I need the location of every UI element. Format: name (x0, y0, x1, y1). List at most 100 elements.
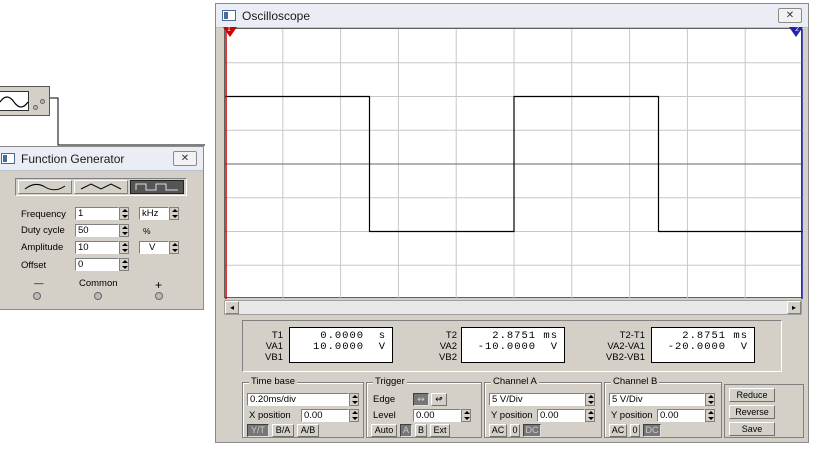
channel-b-ypos-spinner[interactable] (705, 409, 715, 422)
offset-input[interactable]: 0 (75, 258, 119, 271)
frequency-label: Frequency (21, 209, 66, 220)
close-button[interactable]: ✕ (173, 151, 197, 166)
t2-cursor-label: 2 (795, 26, 799, 33)
channel-a-zero-button[interactable]: 0 (510, 424, 520, 437)
common-terminal-label: Common (79, 278, 118, 289)
reduce-button[interactable]: Reduce (729, 388, 775, 402)
trigger-a-button[interactable]: A (400, 424, 412, 437)
trigger-level-spinner[interactable] (461, 409, 471, 422)
common-terminal[interactable] (94, 292, 102, 300)
sine-icon (24, 183, 66, 191)
channel-a-scale-spinner[interactable] (585, 393, 595, 406)
scroll-right-button[interactable]: ▸ (787, 301, 801, 314)
channel-b-dc-button[interactable]: DC (643, 424, 661, 437)
timebase-scale-input[interactable]: 0.20ms/div (247, 393, 349, 406)
offset-label: Offset (21, 260, 47, 271)
window-title: Function Generator (21, 151, 125, 166)
duty-cycle-unit: % (143, 226, 151, 236)
channel-a-scale-input[interactable]: 5 V/Div (489, 393, 585, 406)
window-title: Oscilloscope (242, 8, 311, 23)
oscilloscope-titlebar[interactable]: Oscilloscope ✕ (216, 4, 808, 28)
channel-b-ypos-label: Y position (611, 410, 653, 421)
square-wave-button[interactable] (130, 180, 184, 194)
channel-a-group: Channel A 5 V/Div Y position 0.00 AC 0 D… (484, 376, 602, 438)
scroll-left-button[interactable]: ◂ (225, 301, 239, 314)
frequency-input[interactable]: 1 (75, 207, 119, 220)
t1-labels: T1 VA1 VB1 (249, 330, 283, 363)
trigger-title: Trigger (373, 376, 407, 387)
t2-label: T2 (445, 330, 457, 341)
amplitude-unit-spinner[interactable] (169, 241, 179, 254)
vb2-vb1-label: VB2-VB1 (605, 352, 645, 363)
vb1-label: VB1 (265, 352, 283, 363)
va2-value: -10.0000 V (477, 341, 558, 353)
minus-terminal-label: — (34, 278, 44, 289)
channel-a-ypos-spinner[interactable] (585, 409, 595, 422)
minus-terminal[interactable] (33, 292, 41, 300)
trigger-group: Trigger Edge ↭ ↫ Level 0.00 Auto A B Ext (366, 376, 482, 438)
amplitude-unit-select[interactable]: V (139, 241, 169, 254)
channel-a-ypos-label: Y position (491, 410, 533, 421)
frequency-spinner[interactable] (119, 207, 129, 220)
duty-cycle-spinner[interactable] (119, 224, 129, 237)
channel-b-scale-input[interactable]: 5 V/Div (609, 393, 705, 406)
vb2-label: VB2 (439, 352, 457, 363)
save-button[interactable]: Save (729, 422, 775, 436)
frequency-unit-select[interactable]: kHz (139, 207, 169, 220)
falling-edge-button[interactable]: ↫ (431, 393, 447, 406)
amplitude-input[interactable]: 10 (75, 241, 119, 254)
timebase-title: Time base (249, 376, 297, 387)
window-icon (1, 153, 15, 164)
timebase-xpos-spinner[interactable] (349, 409, 359, 422)
trigger-edge-label: Edge (373, 394, 396, 405)
timebase-scale-spinner[interactable] (349, 393, 359, 406)
frequency-unit-spinner[interactable] (169, 207, 179, 220)
timebase-group: Time base 0.20ms/div X position 0.00 Y/T… (242, 376, 364, 438)
channel-a-ypos-input[interactable]: 0.00 (537, 409, 585, 422)
trigger-level-input[interactable]: 0.00 (413, 409, 461, 422)
oscilloscope-window: Oscilloscope ✕ 1 2 ◂ ▸ T1 VA1 VB1 0.0000… (215, 3, 809, 443)
channel-b-scale-spinner[interactable] (705, 393, 715, 406)
horizontal-scrollbar[interactable]: ◂ ▸ (224, 300, 802, 315)
t2-t1-label: T2-T1 (619, 330, 645, 341)
yt-mode-button[interactable]: Y/T (247, 424, 269, 437)
va2-va1-value: -20.0000 V (667, 341, 748, 353)
amplitude-label: Amplitude (21, 242, 64, 253)
rising-edge-button[interactable]: ↭ (413, 393, 429, 406)
close-button[interactable]: ✕ (778, 8, 802, 23)
plus-terminal-label: + (155, 278, 163, 292)
offset-spinner[interactable] (119, 258, 129, 271)
ab-mode-button[interactable]: A/B (297, 424, 319, 437)
function-generator-titlebar[interactable]: Function Generator ✕ (0, 147, 203, 171)
triangle-wave-button[interactable] (74, 180, 128, 194)
ba-mode-button[interactable]: B/A (272, 424, 294, 437)
channel-b-ac-button[interactable]: AC (609, 424, 627, 437)
trigger-b-button[interactable]: B (415, 424, 427, 437)
channel-b-zero-button[interactable]: 0 (630, 424, 640, 437)
plus-terminal[interactable] (155, 292, 163, 300)
channel-b-ypos-input[interactable]: 0.00 (657, 409, 705, 422)
duty-cycle-input[interactable]: 50 (75, 224, 119, 237)
trigger-auto-button[interactable]: Auto (371, 424, 397, 437)
t2-labels: T2 VA2 VB2 (423, 330, 457, 363)
channel-a-ac-button[interactable]: AC (489, 424, 507, 437)
triangle-icon (80, 183, 122, 190)
channel-a-title: Channel A (491, 376, 539, 387)
reverse-button[interactable]: Reverse (729, 405, 775, 419)
timebase-xpos-input[interactable]: 0.00 (301, 409, 349, 422)
channel-b-group: Channel B 5 V/Div Y position 0.00 AC 0 D… (604, 376, 722, 438)
va1-label: VA1 (265, 341, 283, 352)
scope-screen[interactable]: 1 2 (223, 26, 803, 299)
schematic-wire (50, 97, 205, 146)
amplitude-spinner[interactable] (119, 241, 129, 254)
t1-label: T1 (271, 330, 283, 341)
cursor-readout-panel: T1 VA1 VB1 0.0000 s 10.0000 V T2 VA2 VB2… (242, 320, 782, 372)
waveform-selector (15, 178, 187, 196)
sine-wave-button[interactable] (18, 180, 72, 194)
va2-va1-label: VA2-VA1 (607, 341, 645, 352)
channel-b-title: Channel B (611, 376, 660, 387)
trigger-level-label: Level (373, 410, 396, 421)
channel-a-dc-button[interactable]: DC (523, 424, 541, 437)
trigger-ext-button[interactable]: Ext (430, 424, 450, 437)
va2-label: VA2 (439, 341, 457, 352)
